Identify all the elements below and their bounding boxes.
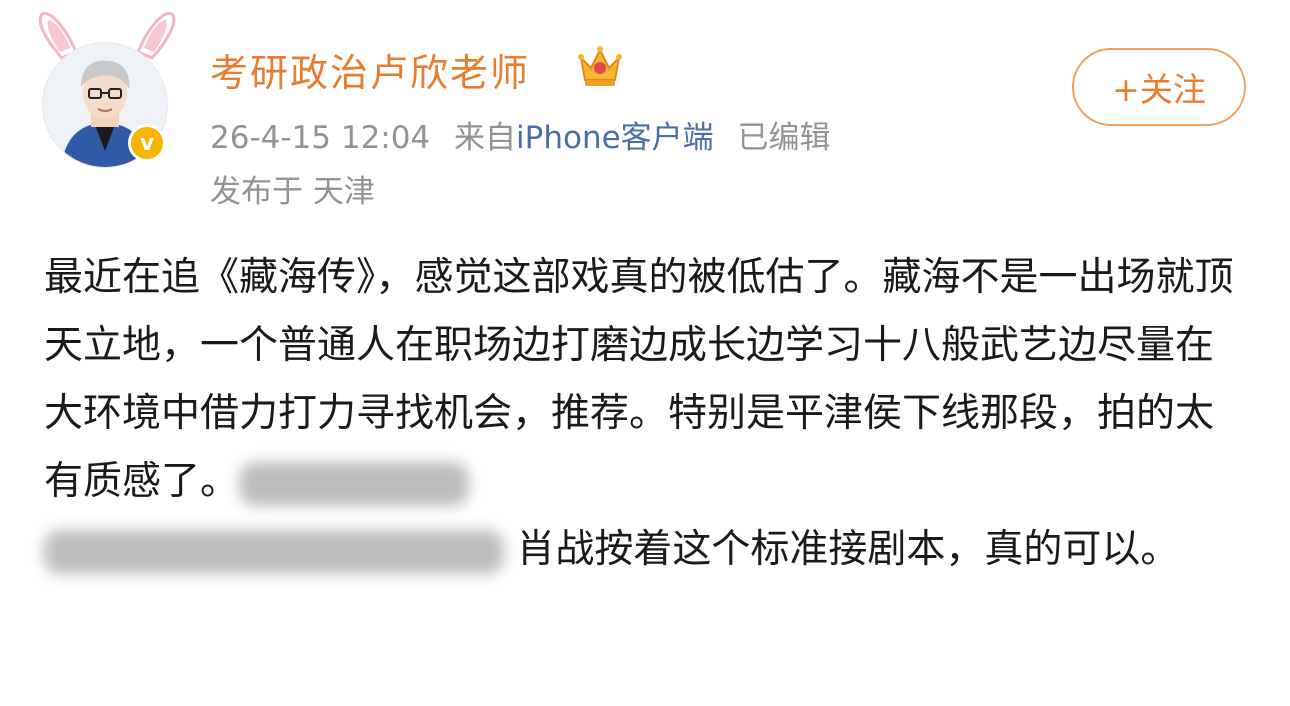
post-source: 来自iPhone客户端 <box>454 120 714 156</box>
edited-label[interactable]: 已编辑 <box>738 120 831 156</box>
post-location: 发布于 天津 <box>210 174 375 210</box>
blurred-text-1 <box>239 461 470 506</box>
blurred-text-2 <box>44 529 504 574</box>
crown-icon[interactable] <box>577 44 623 88</box>
source-client[interactable]: iPhone客户端 <box>516 120 714 156</box>
avatar[interactable]: v <box>32 6 182 168</box>
post-text-after-blur: 肖战按着这个标准接剧本，真的可以。 <box>516 527 1180 572</box>
post-meta: 26-4-15 12:04 来自iPhone客户端 已编辑 <box>210 112 831 157</box>
verified-v-icon: v <box>128 124 166 162</box>
source-prefix: 来自 <box>454 120 517 156</box>
post-text-visible: 最近在追《藏海传》，感觉这部戏真的被低估了。藏海不是一出场就顶天立地，一个普通人… <box>44 255 1234 504</box>
username[interactable]: 考研政治卢欣老师 <box>210 42 530 97</box>
post-time: 26-4-15 12:04 <box>210 120 431 156</box>
post-body: 最近在追《藏海传》，感觉这部戏真的被低估了。藏海不是一出场就顶天立地，一个普通人… <box>44 244 1244 584</box>
follow-button[interactable]: +关注 <box>1072 48 1246 126</box>
